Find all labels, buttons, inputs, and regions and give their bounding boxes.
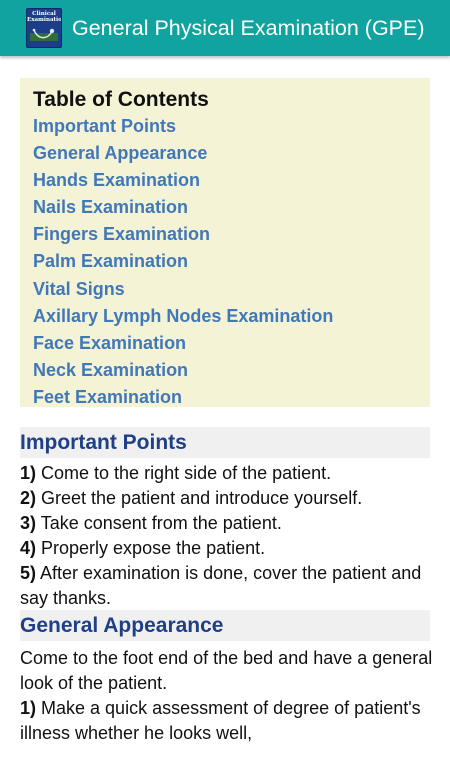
toc-link-general-appearance[interactable]: General Appearance: [33, 140, 333, 167]
app-icon-label: Clinical Examination: [27, 11, 62, 23]
item-number: 3): [20, 513, 37, 533]
list-item: 3) Take consent from the patient.: [20, 511, 434, 536]
item-text: After examination is done, cover the pat…: [20, 563, 422, 608]
toc-link-important-points[interactable]: Important Points: [33, 113, 333, 140]
item-text: Take consent from the patient.: [36, 513, 282, 533]
toc-link-palm-examination[interactable]: Palm Examination: [33, 248, 333, 275]
list-item: 1) Come to the right side of the patient…: [20, 461, 434, 486]
toc-list: Important Points General Appearance Hand…: [33, 116, 333, 411]
toc-link-face-examination[interactable]: Face Examination: [33, 330, 333, 357]
section-header-general-appearance: General Appearance: [20, 610, 430, 641]
general-appearance-text: Come to the foot end of the bed and have…: [20, 646, 434, 746]
item-number: 5): [20, 563, 37, 583]
list-item: 1) Make a quick assessment of degree of …: [20, 696, 434, 746]
item-number: 1): [20, 698, 37, 718]
toc-link-feet-examination[interactable]: Feet Examination: [33, 384, 333, 411]
item-text: Properly expose the patient.: [36, 538, 266, 558]
important-points-list: 1) Come to the right side of the patient…: [20, 461, 434, 611]
section-header-important-points: Important Points: [20, 427, 430, 458]
toc-title: Table of Contents: [33, 88, 209, 111]
toc-link-nails-examination[interactable]: Nails Examination: [33, 194, 333, 221]
toc-link-axillary-lymph-nodes[interactable]: Axillary Lymph Nodes Examination: [33, 303, 333, 330]
list-item: 4) Properly expose the patient.: [20, 536, 434, 561]
article-content[interactable]: Table of Contents Important Points Gener…: [0, 56, 450, 768]
stethoscope-icon: [30, 28, 58, 41]
toc-link-neck-examination[interactable]: Neck Examination: [33, 357, 333, 384]
item-text: Greet the patient and introduce yourself…: [36, 488, 363, 508]
item-text: Come to the right side of the patient.: [36, 463, 332, 483]
toc-link-fingers-examination[interactable]: Fingers Examination: [33, 221, 333, 248]
list-item: 2) Greet the patient and introduce yours…: [20, 486, 434, 511]
app-bar: Clinical Examination General Physical Ex…: [0, 0, 450, 56]
toc-link-hands-examination[interactable]: Hands Examination: [33, 167, 333, 194]
item-number: 2): [20, 488, 37, 508]
list-item: 5) After examination is done, cover the …: [20, 561, 434, 611]
item-number: 4): [20, 538, 37, 558]
clinical-examination-app-icon[interactable]: Clinical Examination: [26, 8, 62, 48]
item-text: Make a quick assessment of degree of pat…: [20, 698, 421, 743]
page-title: General Physical Examination (GPE): [72, 15, 425, 40]
table-of-contents: Table of Contents Important Points Gener…: [20, 78, 430, 407]
section-heading: Important Points: [20, 431, 187, 454]
paragraph: Come to the foot end of the bed and have…: [20, 648, 433, 693]
item-number: 1): [20, 463, 37, 483]
section-heading: General Appearance: [20, 614, 224, 637]
toc-link-vital-signs[interactable]: Vital Signs: [33, 276, 333, 303]
